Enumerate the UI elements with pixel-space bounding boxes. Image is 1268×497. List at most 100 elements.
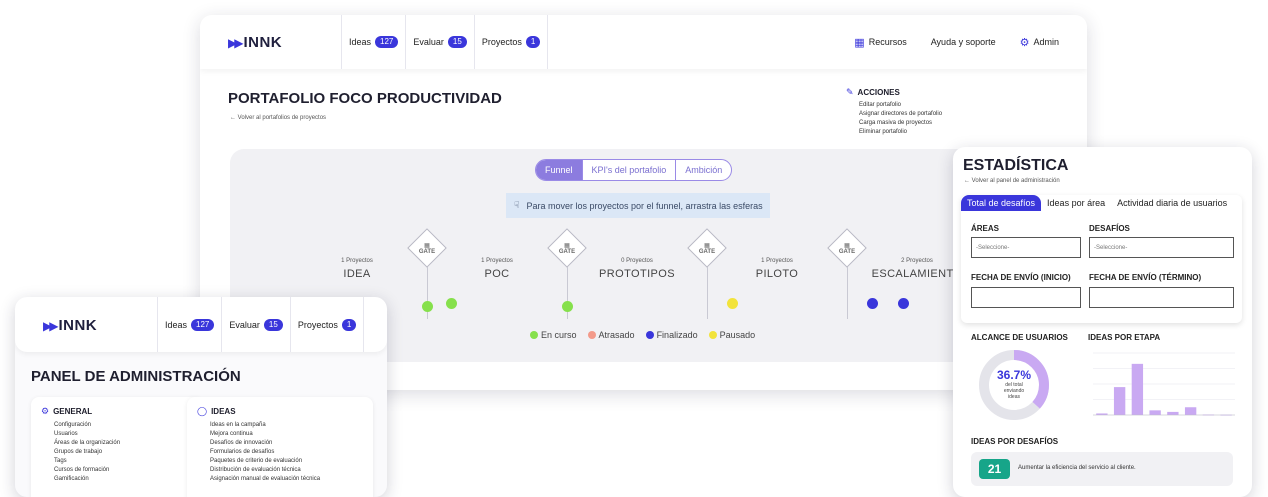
hand-pointer-icon: ☟ [514,200,520,210]
gate-line [847,265,848,319]
view-switcher: Funnel KPI's del portafolio Ambición [535,159,733,181]
innk-logo[interactable]: ▶▶ INNK [43,317,97,334]
ideas-por-etapa-chart [1093,352,1235,416]
chart-bar[interactable] [1149,410,1161,415]
legend-finalizado: Finalizado [645,330,698,340]
gate-3-label: ▦ GATE [698,243,716,255]
chart-bar[interactable] [1184,407,1197,415]
chart-bar[interactable] [1113,387,1126,415]
accion-editar[interactable]: Editar portafolio [859,101,942,110]
logo-chevrons-icon: ▶▶ [43,318,59,333]
menu-cursos[interactable]: Cursos de formación [54,466,120,475]
fecha-inicio-label: FECHA DE ENVÍO (INICIO) [971,273,1071,282]
menu-tags[interactable]: Tags [54,457,120,466]
fecha-termino-input[interactable] [1089,287,1234,308]
menu-desafios[interactable]: Desafíos de innovación [210,439,320,448]
nav-tabs: Ideas 127 Evaluar 15 Proyectos 1 [341,15,549,69]
desafio-count-badge: 21 [979,459,1010,479]
legend-pausado: Pausado [708,330,755,340]
accion-eliminar[interactable]: Eliminar portafolio [859,128,942,137]
desafio-row[interactable]: 21 Aumentar la eficiencia del servicio a… [971,452,1233,486]
etapa-title: IDEAS POR ETAPA [1088,333,1161,342]
menu-formularios[interactable]: Formularios de desafíos [210,448,320,457]
general-menu: ⚙ GENERAL Configuración Usuarios Áreas de… [31,397,202,497]
alcance-donut: 36.7% del total enviando ideas [978,349,1050,421]
stage-escalamiento: 2 Proyectos ESCALAMIENTO [871,258,963,280]
tab-ambicion[interactable]: Ambición [675,160,731,180]
menu-configuracion[interactable]: Configuración [54,421,120,430]
project-sphere[interactable] [422,301,433,312]
project-sphere[interactable] [867,298,878,309]
document-icon: ▦ [854,36,865,49]
stats-tabs: Total de desafíos Ideas por área Activid… [961,195,1233,211]
menu-areas[interactable]: Áreas de la organización [54,439,120,448]
proyectos-count-badge: 1 [525,36,541,48]
ideas-menu: ◯ IDEAS Ideas en la campaña Mejora contin… [187,397,373,497]
gate-line [707,265,708,319]
accion-carga[interactable]: Carga masiva de proyectos [859,119,942,128]
back-to-portfolios-link[interactable]: ← Volver al portafolios de proyectos [230,115,326,121]
fecha-inicio-input[interactable] [971,287,1081,308]
nav-ayuda[interactable]: Ayuda y soporte [931,37,996,47]
nav-tab-ideas[interactable]: Ideas 127 [341,15,405,69]
evaluar-count-badge: 15 [263,318,283,331]
legend-en-curso: En curso [530,330,577,340]
project-sphere[interactable] [727,298,738,309]
desafios-select[interactable]: -Seleccione- [1089,237,1234,258]
lightbulb-icon: ◯ [197,406,208,416]
tab-actividad[interactable]: Actividad diaria de usuarios [1111,195,1233,211]
donut-sub-3: ideas [1008,394,1020,400]
nav-tab-evaluar[interactable]: Evaluar 15 [221,297,289,352]
ideas-count-badge: 127 [191,318,215,331]
stats-window: ESTADÍSTICA ← Volver al panel de adminis… [953,147,1252,497]
desafios-title: IDEAS POR DESAFÍOS [971,437,1059,446]
tab-total-desafios[interactable]: Total de desafíos [961,195,1042,211]
menu-distribucion[interactable]: Distribución de evaluación técnica [210,466,320,475]
tab-ideas-area[interactable]: Ideas por área [1041,195,1111,211]
edit-icon: ✎ [846,87,854,97]
alcance-title: ALCANCE DE USUARIOS [971,333,1068,342]
menu-asignacion[interactable]: Asignación manual de evaluación técnica [210,475,320,484]
filter-panel: Total de desafíos Ideas por área Activid… [961,195,1242,323]
gate-4-label: ▦ GATE [838,243,856,255]
project-sphere[interactable] [562,301,573,312]
evaluar-count-badge: 15 [447,36,467,48]
menu-gamificacion[interactable]: Gamificación [54,475,120,484]
nav-tabs: Ideas 127 Evaluar 15 Proyectos 1 [157,297,365,352]
top-navbar: ▶▶ INNK Ideas 127 Evaluar 15 Proyectos 1 ▦ R… [200,15,1087,69]
tab-kpis[interactable]: KPI's del portafolio [581,160,676,180]
desafios-label: DESAFÍOS [1089,224,1130,233]
accion-asignar[interactable]: Asignar directores de portafolio [859,110,942,119]
stats-title: ESTADÍSTICA [963,157,1069,174]
chart-bar[interactable] [1131,363,1144,415]
nav-tab-proyectos[interactable]: Proyectos 1 [473,15,549,69]
menu-ideas-campana[interactable]: Ideas en la campaña [210,421,320,430]
nav-right: ▦ Recursos Ayuda y soporte ⚙ Admin [854,15,1059,69]
areas-select[interactable]: -Seleccione- [971,237,1081,258]
back-to-admin-link[interactable]: ← Volver al panel de administración [964,178,1060,184]
project-sphere[interactable] [898,298,909,309]
innk-logo[interactable]: ▶▶ INNK [228,34,282,51]
proyectos-count-badge: 1 [341,318,357,331]
chart-bar[interactable] [1167,411,1179,415]
nav-tab-evaluar[interactable]: Evaluar 15 [405,15,473,69]
nav-tab-proyectos[interactable]: Proyectos 1 [289,297,365,352]
menu-grupos[interactable]: Grupos de trabajo [54,448,120,457]
admin-window: ▶▶ INNK Ideas 127 Evaluar 15 Proyectos 1 PA… [15,297,387,497]
stage-prototipos: 0 Proyectos PROTOTIPOS [599,258,675,280]
fecha-termino-label: FECHA DE ENVÍO (TÉRMINO) [1089,273,1202,282]
nav-admin[interactable]: ⚙ Admin [1020,36,1059,49]
tab-funnel[interactable]: Funnel [536,160,582,180]
areas-label: ÁREAS [971,224,1000,233]
menu-usuarios[interactable]: Usuarios [54,430,120,439]
menu-mejora[interactable]: Mejora continua [210,430,320,439]
acciones-panel: ✎ ACCIONES Editar portafolio Asignar dire… [846,87,943,137]
admin-navbar: ▶▶ INNK Ideas 127 Evaluar 15 Proyectos 1 [15,297,387,352]
legend-atrasado: Atrasado [587,330,635,340]
menu-paquetes[interactable]: Paquetes de criterio de evaluación [210,457,320,466]
gear-icon: ⚙ [41,406,50,416]
gear-icon: ⚙ [1019,36,1030,49]
nav-tab-ideas[interactable]: Ideas 127 [157,297,221,352]
project-sphere[interactable] [446,298,457,309]
nav-recursos[interactable]: ▦ Recursos [854,36,906,49]
